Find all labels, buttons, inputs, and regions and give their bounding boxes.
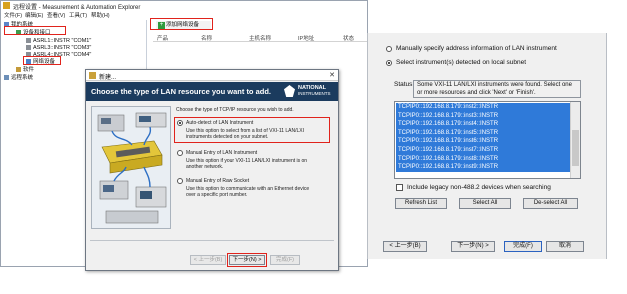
- wizard-back-button[interactable]: < 上一步(B): [190, 255, 226, 265]
- column-ip-address[interactable]: IP地址: [298, 34, 314, 42]
- column-status[interactable]: 状态: [343, 34, 354, 42]
- list-item[interactable]: TCPIP0::192.168.8.179::inst8::INSTR: [396, 154, 570, 164]
- wizard-title: 新建...: [99, 75, 117, 81]
- wizard-header: Choose the type of LAN resource you want…: [91, 87, 272, 96]
- list-item[interactable]: TCPIP0::192.168.8.179::inst9::INSTR: [396, 163, 570, 172]
- list-scrollbar[interactable]: [570, 102, 580, 178]
- menu-view[interactable]: 查看(V): [47, 11, 65, 19]
- column-name[interactable]: 名称: [201, 34, 212, 42]
- next-button[interactable]: 下一步(N) >: [451, 241, 495, 252]
- option-manual-lan-desc2: another network.: [186, 164, 224, 170]
- highlight-network-devices: [23, 56, 61, 65]
- device-table-header: 产品 名称 主机名称 IP地址 状态: [153, 34, 367, 42]
- tree-remote-systems[interactable]: 远程系统: [4, 75, 33, 82]
- radio-manual-lan[interactable]: [177, 150, 183, 156]
- tree-item-asrl1[interactable]: ASRL1::INSTR "COM1": [26, 38, 91, 45]
- option-select-detected-label[interactable]: Select instrument(s) detected on local s…: [396, 59, 526, 66]
- serial-port-icon: [26, 38, 31, 44]
- instrument-illustration: [91, 106, 171, 229]
- wizard-app-icon: [89, 72, 96, 79]
- list-item[interactable]: TCPIP0::192.168.8.179::inst3::INSTR: [396, 111, 570, 121]
- resource-list[interactable]: TCPIP0::192.168.8.179::inst2::INSTR TCPI…: [394, 101, 581, 179]
- list-item[interactable]: TCPIP0::192.168.8.179::inst2::INSTR: [396, 103, 570, 112]
- option-auto-detect-desc2: instruments detected on your subnet.: [186, 134, 269, 140]
- scrollbar-thumb[interactable]: [572, 130, 579, 166]
- dialog-right-edge: [606, 33, 607, 259]
- menu-tools[interactable]: 工具(T): [69, 11, 87, 19]
- list-item[interactable]: TCPIP0::192.168.8.179::inst7::INSTR: [396, 146, 570, 155]
- explorer-title: 远程设置 - Measurement & Automation Explorer: [13, 5, 141, 11]
- ni-eagle-icon: [284, 85, 295, 97]
- menu-edit[interactable]: 编辑(E): [25, 11, 43, 19]
- tree-remote-label: 远程系统: [11, 75, 34, 81]
- highlight-next-button: [227, 253, 267, 267]
- radio-select-detected[interactable]: [386, 60, 392, 66]
- wizard-separator: [90, 240, 334, 241]
- column-hostname[interactable]: 主机名称: [249, 34, 271, 42]
- tree-item-label: ASRL3::INSTR "COM3": [33, 45, 92, 51]
- wizard-body: Choose the type of TCP/IP resource you w…: [174, 104, 336, 234]
- status-box: Some VXI-11 LAN/LXI instruments were fou…: [413, 80, 581, 98]
- list-item[interactable]: TCPIP0::192.168.8.179::inst4::INSTR: [396, 120, 570, 129]
- cancel-button[interactable]: 取消: [546, 241, 584, 252]
- option-manual-address-label[interactable]: Manually specify address information of …: [396, 45, 557, 52]
- software-icon: [16, 67, 21, 73]
- wizard-titlebar: 新建... ✕: [86, 70, 338, 81]
- wizard-banner: Choose the type of LAN resource you want…: [86, 82, 338, 101]
- status-label: Status:: [394, 81, 415, 88]
- option-manual-lan-label[interactable]: Manual Entry of LAN Instrument: [186, 150, 257, 156]
- remote-systems-icon: [4, 75, 9, 81]
- option-raw-socket-desc2: over a specific port number.: [186, 192, 248, 198]
- wizard-finish-button[interactable]: 完成(F): [270, 255, 300, 265]
- refresh-list-button[interactable]: Refresh List: [395, 198, 447, 209]
- tree-software-label: 软件: [23, 67, 35, 73]
- ni-logo: NATIONAL INSTRUMENTS: [284, 85, 332, 98]
- list-item[interactable]: TCPIP0::192.168.8.179::inst5::INSTR: [396, 128, 570, 138]
- column-product[interactable]: 产品: [157, 34, 168, 42]
- wizard-prompt: Choose the type of TCP/IP resource you w…: [176, 107, 294, 113]
- legacy-devices-checkbox[interactable]: [396, 184, 403, 191]
- back-button[interactable]: < 上一步(B): [383, 241, 427, 252]
- menu-help[interactable]: 帮助(H): [91, 11, 110, 19]
- deselect-all-button[interactable]: De-select All: [523, 198, 578, 209]
- status-line-2: or more resources and click 'Next' or 'F…: [417, 90, 536, 96]
- option-auto-detect-label[interactable]: Auto-detect of LAN Instrument: [186, 120, 253, 126]
- lan-instrument-dialog: Manually specify address information of …: [367, 33, 606, 259]
- list-item[interactable]: TCPIP0::192.168.8.179::inst6::INSTR: [396, 137, 570, 146]
- radio-auto-detect[interactable]: [177, 120, 183, 126]
- select-all-button[interactable]: Select All: [459, 198, 511, 209]
- radio-manual-address[interactable]: [386, 46, 392, 52]
- highlight-add-button: [150, 18, 213, 30]
- tree-item-label: ASRL1::INSTR "COM1": [33, 38, 92, 44]
- new-lan-resource-wizard: 新建... ✕ Choose the type of LAN resource …: [85, 69, 339, 271]
- ni-logo-line2: INSTRUMENTS: [298, 91, 331, 96]
- tree-item-asrl3[interactable]: ASRL3::INSTR "COM3": [26, 45, 91, 52]
- network-instruments-image: [92, 107, 170, 228]
- status-line-1: Some VXI-11 LAN/LXI instruments were fou…: [417, 82, 572, 88]
- explorer-titlebar: 远程设置 - Measurement & Automation Explorer: [1, 1, 367, 11]
- radio-raw-socket[interactable]: [177, 178, 183, 184]
- finish-button[interactable]: 完成(F): [504, 241, 542, 252]
- option-raw-socket-label[interactable]: Manual Entry of Raw Socket: [186, 178, 249, 184]
- legacy-devices-label[interactable]: Include legacy non-488.2 devices when se…: [407, 184, 551, 191]
- max-app-icon: [3, 2, 10, 9]
- serial-port-icon: [26, 45, 31, 51]
- tree-software[interactable]: 软件: [16, 67, 34, 74]
- menu-file[interactable]: 文件(F): [4, 11, 22, 19]
- highlight-devices: [4, 26, 66, 35]
- close-icon[interactable]: ✕: [329, 71, 335, 79]
